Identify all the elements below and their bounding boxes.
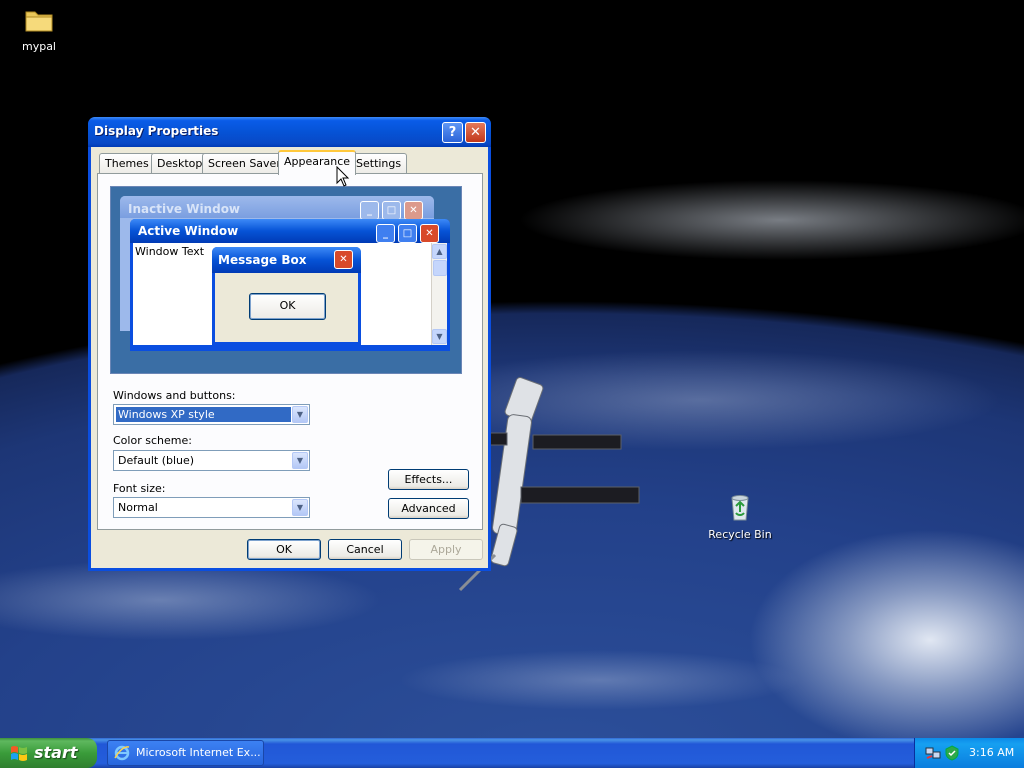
taskbar-item-internet-explorer[interactable]: Microsoft Internet Ex... xyxy=(107,740,264,766)
security-center-icon[interactable] xyxy=(944,745,960,761)
windows-buttons-select[interactable]: Windows XP style ▼ xyxy=(113,404,310,425)
maximize-icon: □ xyxy=(382,201,401,220)
window-title: Display Properties xyxy=(94,124,219,138)
ok-button[interactable]: OK xyxy=(247,539,321,560)
font-size-label: Font size: xyxy=(113,482,166,495)
maximize-icon: □ xyxy=(398,224,417,243)
preview-msgbox-body: OK xyxy=(215,273,358,342)
close-button[interactable]: ✕ xyxy=(465,122,486,143)
advanced-button[interactable]: Advanced xyxy=(388,498,469,519)
desktop-icon-label: Recycle Bin xyxy=(708,528,772,541)
scroll-thumb xyxy=(433,260,447,276)
start-label: start xyxy=(34,743,78,762)
font-size-value: Normal xyxy=(118,501,158,514)
close-icon: ✕ xyxy=(420,224,439,243)
color-scheme-label: Color scheme: xyxy=(113,434,192,447)
close-icon: ✕ xyxy=(404,201,423,220)
tab-settings[interactable]: Settings xyxy=(350,153,408,174)
tab-themes[interactable]: Themes xyxy=(99,153,155,174)
scroll-down-icon: ▼ xyxy=(432,329,447,344)
desktop-icon-mypal[interactable]: mypal xyxy=(4,4,74,53)
preview-msgbox-ok: OK xyxy=(249,293,326,320)
clock: 3:16 AM xyxy=(969,746,1015,759)
start-button[interactable]: start xyxy=(0,738,97,768)
cancel-button[interactable]: Cancel xyxy=(328,539,402,560)
preview-window-text: Window Text xyxy=(135,245,205,258)
mouse-cursor-icon xyxy=(336,166,350,187)
apply-button[interactable]: Apply xyxy=(409,539,483,560)
system-tray: 3:16 AM xyxy=(914,738,1024,768)
desktop-icon-recycle-bin[interactable]: Recycle Bin xyxy=(705,492,775,541)
font-size-select[interactable]: Normal ▼ xyxy=(113,497,310,518)
network-icon[interactable] xyxy=(925,745,941,761)
chevron-down-icon[interactable]: ▼ xyxy=(292,406,308,423)
appearance-preview: Inactive Window _ □ ✕ Active Window _ □ … xyxy=(110,186,462,374)
windows-logo-icon xyxy=(11,746,27,761)
color-scheme-value: Default (blue) xyxy=(118,454,195,467)
effects-button[interactable]: Effects... xyxy=(388,469,469,490)
window-titlebar[interactable]: Display Properties ? ✕ xyxy=(88,117,491,147)
help-button[interactable]: ? xyxy=(442,122,463,143)
display-properties-window: Display Properties ? ✕ Themes Desktop Sc… xyxy=(88,117,491,571)
preview-scrollbar: ▲ ▼ xyxy=(431,243,447,345)
preview-msgbox-titlebar: Message Box ✕ xyxy=(212,247,361,273)
chevron-down-icon[interactable]: ▼ xyxy=(292,499,308,516)
internet-explorer-icon xyxy=(114,745,130,761)
color-scheme-select[interactable]: Default (blue) ▼ xyxy=(113,450,310,471)
window-client-area: Themes Desktop Screen Saver Appearance S… xyxy=(91,147,488,568)
appearance-panel: Inactive Window _ □ ✕ Active Window _ □ … xyxy=(97,173,483,530)
preview-message-box: Message Box ✕ OK xyxy=(212,247,361,345)
desktop-icon-label: mypal xyxy=(21,40,56,53)
taskbar-item-label: Microsoft Internet Ex... xyxy=(136,746,261,759)
taskbar: start Microsoft Internet Ex... 3:16 AM xyxy=(0,738,1024,768)
minimize-icon: _ xyxy=(360,201,379,220)
tab-screen-saver[interactable]: Screen Saver xyxy=(202,153,287,174)
chevron-down-icon[interactable]: ▼ xyxy=(292,452,308,469)
tab-desktop[interactable]: Desktop xyxy=(151,153,209,174)
minimize-icon: _ xyxy=(376,224,395,243)
folder-icon xyxy=(25,11,53,32)
windows-buttons-label: Windows and buttons: xyxy=(113,389,236,402)
preview-msgbox-title: Message Box xyxy=(218,253,307,267)
windows-buttons-value: Windows XP style xyxy=(116,407,291,422)
recycle-bin-icon xyxy=(731,495,749,521)
scroll-up-icon: ▲ xyxy=(432,244,447,259)
close-icon: ✕ xyxy=(334,250,353,269)
